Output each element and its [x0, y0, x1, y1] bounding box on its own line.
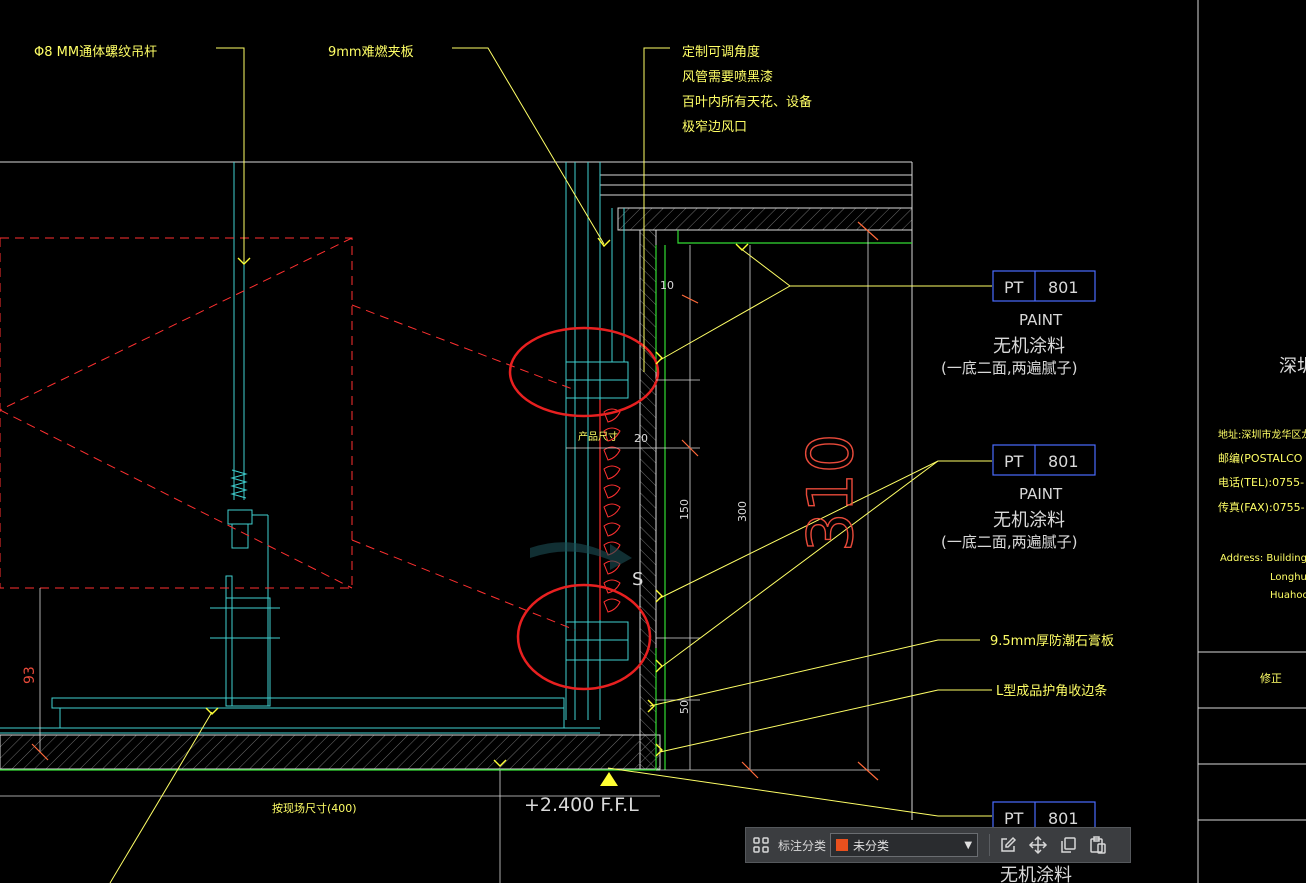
- dimension-ticks: [31, 221, 879, 781]
- louver-blade: [603, 522, 621, 537]
- dim-10: 10: [660, 279, 674, 292]
- dim-150: 150: [678, 499, 691, 520]
- highlight-circle-top: [508, 326, 660, 418]
- label-note-1: 定制可调角度: [682, 44, 760, 60]
- chevron-down-icon: ▼: [964, 839, 973, 851]
- tag-1-code: PT: [1004, 278, 1024, 297]
- tag-2-code: PT: [1004, 452, 1024, 471]
- dim-300: 300: [736, 501, 749, 522]
- dim-big-310: 310: [794, 434, 867, 552]
- dim-50: 50: [678, 700, 691, 714]
- louver-blade: [603, 446, 621, 461]
- tag-1-num: 801: [1048, 278, 1079, 297]
- cad-drawing-canvas[interactable]: 深圳 地址:深圳市龙华区龙华街 邮编(POSTALCO 电话(TEL):0755…: [0, 0, 1306, 883]
- highlight-circle-bottom: [516, 583, 652, 691]
- category-color-swatch: [836, 839, 849, 851]
- hatched-board-vertical: [639, 229, 657, 771]
- grid-menu-icon[interactable]: [746, 830, 776, 860]
- tag-3-code: PT: [1004, 809, 1024, 828]
- louver-blade: [603, 503, 621, 518]
- tag-1-note: (一底二面,两遍腻子): [941, 359, 1077, 377]
- annotation-toolbar: 标注分类 未分类 ▼: [745, 827, 1131, 863]
- louver-blade: [603, 598, 621, 613]
- toolbar-label: 标注分类: [778, 838, 827, 853]
- structure-lines: [0, 161, 913, 820]
- title-address-en-2: Longhu: [1270, 572, 1306, 583]
- louver-blade: [603, 465, 621, 480]
- leader-arrowheads: [205, 237, 749, 767]
- ffl-marker-icon: [600, 772, 618, 786]
- category-select[interactable]: 未分类 ▼: [830, 833, 979, 857]
- title-block-frame: [1197, 0, 1306, 883]
- paste-icon[interactable]: [1083, 830, 1113, 860]
- label-note-2: 风管需要喷黑漆: [682, 69, 773, 85]
- tag-3-num: 801: [1048, 809, 1079, 828]
- material-tag-1: PT 801 PAINT 无机涂料 (一底二面,两遍腻子): [941, 270, 1096, 377]
- label-note-3: 百叶内所有天花、设备: [682, 94, 812, 110]
- label-ffl: +2.400 F.F.L: [524, 794, 639, 816]
- label-corner: L型成品护角收边条: [996, 683, 1107, 699]
- tag-2-note: (一底二面,两遍腻子): [941, 533, 1077, 551]
- ceiling-channel: [0, 697, 600, 734]
- label-gypsum: 9.5mm厚防潮石膏板: [990, 633, 1114, 649]
- title-revision: 修正: [1260, 671, 1282, 685]
- duct-outline-dashed: [0, 237, 576, 631]
- hatched-slab-top: [617, 207, 913, 231]
- tag-1-material: 无机涂料: [993, 336, 1065, 357]
- move-icon[interactable]: [1023, 830, 1053, 860]
- copy-icon[interactable]: [1053, 830, 1083, 860]
- title-fax: 传真(FAX):0755-: [1218, 500, 1305, 514]
- airflow-arrow: [530, 542, 632, 570]
- title-address-en-1: Address: Building: [1220, 553, 1306, 564]
- label-plywood: 9mm难燃夹板: [328, 44, 414, 60]
- edit-icon[interactable]: [993, 830, 1023, 860]
- label-site-size: 按现场尺寸(400): [272, 801, 357, 815]
- label-product-size: 产品尺寸: [578, 430, 618, 443]
- tag-3-material: 无机涂料: [1000, 865, 1072, 883]
- dimension-lines: [0, 230, 880, 883]
- title-company: 深圳: [1279, 356, 1306, 377]
- tag-2-material: 无机涂料: [993, 510, 1065, 531]
- label-note-4: 极窄边风口: [682, 119, 747, 135]
- title-address-cn: 地址:深圳市龙华区龙华街: [1218, 428, 1306, 441]
- title-address-en-3: Huahoo: [1270, 590, 1306, 601]
- louver-blade: [603, 484, 621, 499]
- tag-2-type: PAINT: [1019, 485, 1063, 503]
- tag-2-num: 801: [1048, 452, 1079, 471]
- tag-1-type: PAINT: [1019, 311, 1063, 329]
- title-tel: 电话(TEL):0755-: [1218, 476, 1304, 489]
- dim-20: 20: [634, 432, 648, 445]
- category-select-value: 未分类: [853, 838, 890, 853]
- finish-lines-green: [0, 230, 912, 771]
- title-postal: 邮编(POSTALCO: [1218, 451, 1303, 465]
- hanger-rod: [210, 162, 280, 707]
- label-section-s: S: [632, 569, 643, 590]
- hatched-slab-bottom: [0, 734, 661, 770]
- label-rod: Φ8 MM通体螺纹吊杆: [34, 45, 157, 60]
- dim-93: 93: [22, 666, 38, 684]
- toolbar-divider: [989, 834, 991, 856]
